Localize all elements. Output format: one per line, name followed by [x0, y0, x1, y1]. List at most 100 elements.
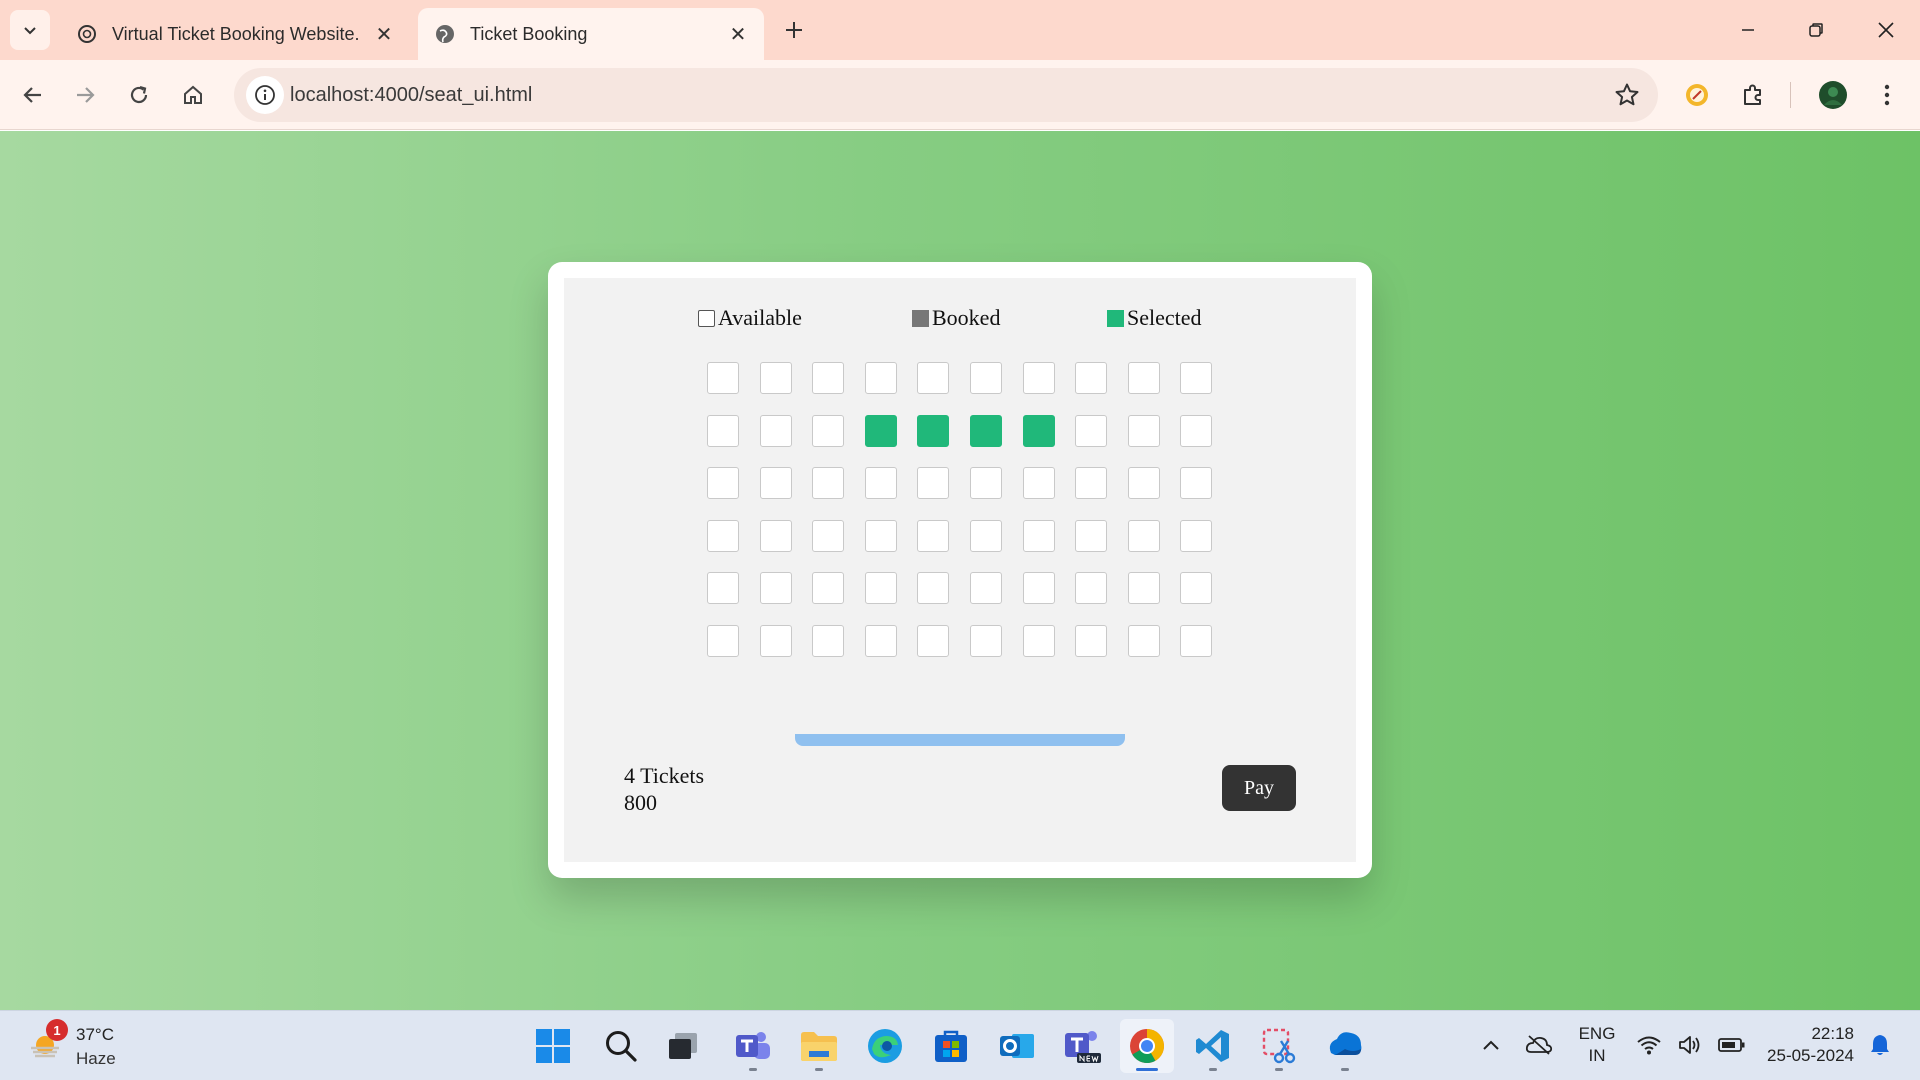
seat-available[interactable]: [1075, 572, 1108, 605]
seat-available[interactable]: [864, 624, 897, 657]
seat-available[interactable]: [969, 362, 1002, 394]
forward-button[interactable]: [64, 74, 106, 116]
file-explorer-app[interactable]: [792, 1019, 846, 1073]
profile-button[interactable]: [1816, 78, 1850, 112]
tab-search-button[interactable]: [10, 10, 50, 50]
seat-available[interactable]: [1127, 519, 1160, 552]
seat-available[interactable]: [1180, 572, 1213, 605]
seat-available[interactable]: [969, 519, 1002, 552]
pay-button[interactable]: Pay: [1222, 765, 1296, 811]
seat-available[interactable]: [969, 624, 1002, 657]
home-button[interactable]: [172, 74, 214, 116]
seat-available[interactable]: [812, 362, 845, 394]
notifications-button[interactable]: [1864, 1023, 1896, 1067]
seat-available[interactable]: [1127, 362, 1160, 394]
seat-available[interactable]: [1075, 362, 1108, 394]
close-icon[interactable]: ✕: [726, 22, 750, 46]
seat-available[interactable]: [917, 624, 950, 657]
seat-available[interactable]: [1022, 572, 1055, 605]
seat-available[interactable]: [1180, 624, 1213, 657]
seat-available[interactable]: [864, 572, 897, 605]
snipping-tool-app[interactable]: [1252, 1019, 1306, 1073]
seat-available[interactable]: [864, 467, 897, 500]
chrome-app[interactable]: [1120, 1019, 1174, 1073]
minimize-button[interactable]: [1718, 6, 1778, 54]
seat-available[interactable]: [1180, 362, 1213, 394]
address-bar[interactable]: localhost:4000/seat_ui.html: [234, 68, 1658, 122]
seat-available[interactable]: [707, 467, 739, 500]
seat-available[interactable]: [1022, 467, 1055, 500]
seat-available[interactable]: [1022, 519, 1055, 552]
seat-available[interactable]: [759, 624, 792, 657]
browser-menu-button[interactable]: [1870, 78, 1904, 112]
seat-available[interactable]: [707, 519, 739, 552]
start-button[interactable]: [526, 1019, 580, 1073]
seat-available[interactable]: [1127, 414, 1160, 447]
teams-app[interactable]: [726, 1019, 780, 1073]
store-app[interactable]: [924, 1019, 978, 1073]
edge-app[interactable]: [858, 1019, 912, 1073]
seat-available[interactable]: [864, 362, 897, 394]
seat-available[interactable]: [707, 414, 739, 447]
seat-available[interactable]: [1075, 624, 1108, 657]
input-language-indicator[interactable]: ENG IN: [1570, 1023, 1624, 1067]
seat-available[interactable]: [759, 572, 792, 605]
seat-available[interactable]: [759, 467, 792, 500]
seat-available[interactable]: [707, 572, 739, 605]
reload-button[interactable]: [118, 74, 160, 116]
quick-settings-button[interactable]: [1636, 1023, 1746, 1067]
seat-available[interactable]: [917, 467, 950, 500]
seat-available[interactable]: [812, 467, 845, 500]
seat-available[interactable]: [1127, 624, 1160, 657]
back-button[interactable]: [12, 74, 54, 116]
seat-available[interactable]: [1075, 414, 1108, 447]
seat-available[interactable]: [969, 467, 1002, 500]
seat-available[interactable]: [864, 519, 897, 552]
close-window-button[interactable]: [1856, 6, 1916, 54]
seat-selected[interactable]: [969, 414, 1002, 447]
seat-available[interactable]: [1022, 624, 1055, 657]
restore-button[interactable]: [1786, 6, 1846, 54]
new-tab-button[interactable]: [776, 12, 812, 48]
seat-selected[interactable]: [1022, 414, 1055, 447]
weather-widget[interactable]: 1 37°C Haze: [26, 1019, 146, 1073]
seat-available[interactable]: [969, 572, 1002, 605]
seat-available[interactable]: [1127, 572, 1160, 605]
seat-available[interactable]: [707, 362, 739, 394]
seat-available[interactable]: [1180, 414, 1213, 447]
seat-available[interactable]: [707, 624, 739, 657]
seat-available[interactable]: [1075, 519, 1108, 552]
seat-selected[interactable]: [864, 414, 897, 447]
seat-available[interactable]: [1075, 467, 1108, 500]
seat-available[interactable]: [812, 414, 845, 447]
close-icon[interactable]: ✕: [372, 22, 396, 46]
task-view-button[interactable]: [656, 1019, 710, 1073]
seat-available[interactable]: [1180, 519, 1213, 552]
seat-available[interactable]: [1180, 467, 1213, 500]
seat-available[interactable]: [917, 519, 950, 552]
seat-available[interactable]: [759, 519, 792, 552]
seat-available[interactable]: [812, 624, 845, 657]
onedrive-app[interactable]: [1318, 1019, 1372, 1073]
seat-available[interactable]: [917, 572, 950, 605]
onedrive-tray-button[interactable]: [1522, 1023, 1556, 1067]
site-info-button[interactable]: [246, 76, 284, 114]
seat-available[interactable]: [917, 362, 950, 394]
seat-available[interactable]: [759, 362, 792, 394]
seat-available[interactable]: [812, 572, 845, 605]
tab-ticket-booking[interactable]: Ticket Booking ✕: [418, 8, 764, 60]
seat-available[interactable]: [1022, 362, 1055, 394]
clock[interactable]: 22:18 25-05-2024: [1758, 1023, 1854, 1067]
extension-button[interactable]: [1680, 78, 1714, 112]
vscode-app[interactable]: [1186, 1019, 1240, 1073]
show-hidden-icons-button[interactable]: [1476, 1023, 1506, 1067]
seat-available[interactable]: [759, 414, 792, 447]
taskbar-search-button[interactable]: [594, 1019, 648, 1073]
outlook-app[interactable]: [990, 1019, 1044, 1073]
seat-available[interactable]: [812, 519, 845, 552]
seat-available[interactable]: [1127, 467, 1160, 500]
teams-new-app[interactable]: [1056, 1019, 1110, 1073]
extensions-menu-button[interactable]: [1736, 78, 1770, 112]
tab-virtual-ticket-booking[interactable]: Virtual Ticket Booking Website. ✕: [60, 8, 410, 60]
seat-selected[interactable]: [917, 414, 950, 447]
